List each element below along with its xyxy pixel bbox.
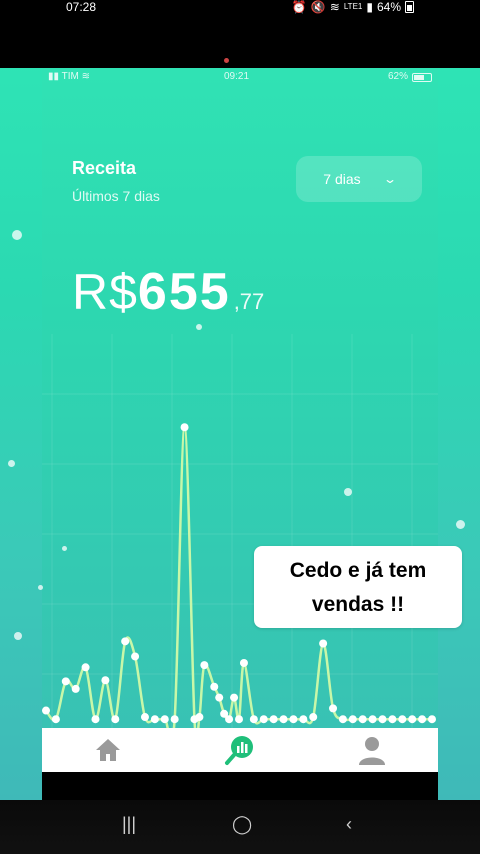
data-point (235, 715, 243, 724)
data-point (195, 713, 204, 722)
inner-status-bar: ▮▮ TIM ≋ 09:21 62% (42, 70, 438, 84)
app-screen: ▮▮ TIM ≋ 09:21 62% Receita Últimos 7 dia… (42, 14, 438, 772)
data-point (358, 715, 367, 724)
data-point (200, 661, 209, 670)
home-icon (96, 739, 120, 761)
data-point (309, 713, 318, 722)
data-point (338, 715, 347, 724)
sales-chart-icon (225, 736, 253, 765)
amount-decimal: ,77 (233, 289, 265, 314)
chevron-down-icon: ⌄ (382, 172, 397, 186)
data-point (249, 715, 258, 724)
data-point (279, 715, 288, 724)
data-point (160, 715, 169, 724)
wifi-icon: ≋ (329, 0, 340, 14)
data-point (398, 715, 407, 724)
data-point (230, 693, 239, 702)
android-nav-bar: ||| ◯ ‹ (0, 800, 480, 854)
bottom-tab-bar (42, 728, 438, 772)
carrier-name: TIM (61, 71, 79, 82)
data-point (140, 713, 149, 722)
data-point (101, 676, 110, 685)
data-point (225, 715, 234, 724)
wifi-icon: ≋ (81, 71, 90, 82)
data-point (42, 706, 50, 715)
data-point (348, 715, 357, 724)
data-point (329, 704, 338, 713)
data-point (289, 715, 298, 724)
data-point (121, 637, 130, 646)
data-point (388, 715, 397, 724)
camera-dot (224, 58, 229, 63)
system-time: 07:28 (66, 0, 97, 14)
battery-percent: 64% (376, 0, 401, 14)
data-point (131, 652, 140, 661)
tab-sales[interactable] (210, 732, 270, 768)
data-point (299, 715, 308, 724)
inner-battery-percent: 62% (387, 71, 408, 82)
data-point (368, 715, 377, 724)
network-label: LTE1 (343, 2, 363, 11)
data-point (81, 663, 90, 672)
revenue-amount: R$ 655 ,77 (72, 262, 264, 322)
data-point (269, 715, 278, 724)
revenue-title: Receita (72, 158, 137, 178)
home-button[interactable]: ◯ (232, 814, 252, 835)
data-point (215, 693, 224, 702)
period-select-label: 7 dias (323, 171, 361, 187)
data-point (408, 715, 417, 724)
data-point (180, 423, 189, 432)
back-button[interactable]: ‹ (346, 814, 352, 835)
data-point (61, 677, 70, 686)
data-point (150, 715, 159, 724)
data-point (210, 682, 219, 691)
data-point (111, 715, 120, 724)
phone-top-bezel (42, 14, 438, 68)
caption-sticker: Cedo e já tem vendas !! (254, 546, 462, 628)
data-point (239, 658, 248, 667)
mute-icon: 🔇 (310, 0, 326, 14)
inner-time: 09:21 (224, 71, 250, 82)
amount-integer: 655 (137, 263, 231, 321)
battery-icon (412, 73, 432, 82)
currency-symbol: R$ (72, 264, 138, 320)
data-point (91, 715, 100, 724)
revenue-line-chart (42, 334, 438, 730)
data-point (418, 715, 427, 724)
tab-home[interactable] (78, 732, 138, 768)
data-point (51, 715, 60, 724)
data-point (170, 715, 179, 724)
tab-profile[interactable] (342, 732, 402, 768)
caption-line-1: Cedo e já tem (289, 559, 427, 582)
data-point (378, 715, 387, 724)
data-point (319, 639, 328, 648)
alarm-icon: ⏰ (291, 0, 307, 14)
period-select[interactable]: 7 dias ⌄ (296, 156, 422, 202)
recent-apps-button[interactable]: ||| (122, 814, 136, 835)
caption-line-2: vendas !! (311, 593, 405, 616)
user-icon (359, 737, 385, 765)
revenue-subtitle: Últimos 7 dias (72, 188, 160, 204)
battery-icon (405, 1, 414, 13)
signal-icon: ▮ (366, 0, 373, 14)
system-status-bar: 07:28 ⏰ 🔇 ≋ LTE1 ▮ 64% (0, 0, 480, 14)
data-point (259, 715, 268, 724)
data-point (428, 715, 436, 724)
data-point (71, 684, 80, 693)
